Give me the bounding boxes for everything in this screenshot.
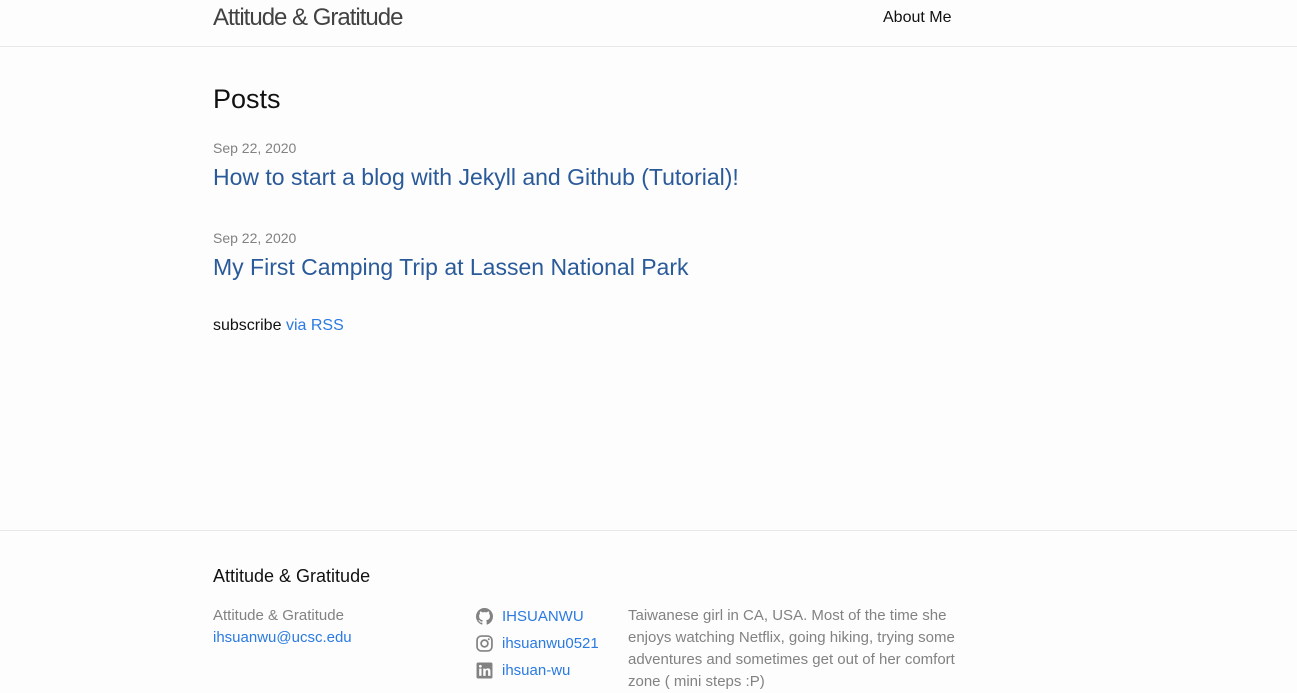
post-title-link[interactable]: How to start a blog with Jekyll and Gith…: [213, 163, 953, 191]
footer-email-link[interactable]: ihsuanwu@ucsc.edu: [213, 627, 352, 649]
instagram-icon: [476, 635, 493, 652]
rss-subscribe: subscribe via RSS: [213, 316, 344, 336]
post-item: Sep 22, 2020 How to start a blog with Je…: [213, 139, 953, 191]
nav-link-about-me[interactable]: About Me: [883, 8, 951, 28]
linkedin-icon: [476, 662, 493, 679]
post-date: Sep 22, 2020: [213, 230, 297, 246]
social-item-instagram: ihsuanwu0521: [476, 630, 599, 657]
page-heading: Posts: [213, 84, 281, 114]
github-icon: [476, 608, 493, 625]
footer-contact: Attitude & Gratitude ihsuanwu@ucsc.edu: [213, 605, 352, 649]
footer-heading: Attitude & Gratitude: [213, 566, 371, 586]
social-item-github: IHSUANWU: [476, 603, 599, 630]
instagram-link[interactable]: ihsuanwu0521: [502, 634, 599, 654]
post-title-link[interactable]: My First Camping Trip at Lassen National…: [213, 253, 953, 281]
post-date: Sep 22, 2020: [213, 140, 297, 156]
rss-link[interactable]: via RSS: [286, 317, 344, 334]
linkedin-link[interactable]: ihsuan-wu: [502, 661, 570, 681]
site-header: Attitude & Gratitude About Me: [0, 0, 1297, 47]
footer-contact-name: Attitude & Gratitude: [213, 607, 344, 624]
github-link[interactable]: IHSUANWU: [502, 607, 584, 627]
post-item: Sep 22, 2020 My First Camping Trip at La…: [213, 229, 953, 281]
site-footer: Attitude & Gratitude Attitude & Gratitud…: [0, 530, 1297, 690]
rss-prefix: subscribe: [213, 317, 282, 334]
footer-social-list: IHSUANWU ihsuanwu0521 ihsuan-wu: [476, 603, 599, 684]
site-title[interactable]: Attitude & Gratitude: [213, 4, 403, 32]
